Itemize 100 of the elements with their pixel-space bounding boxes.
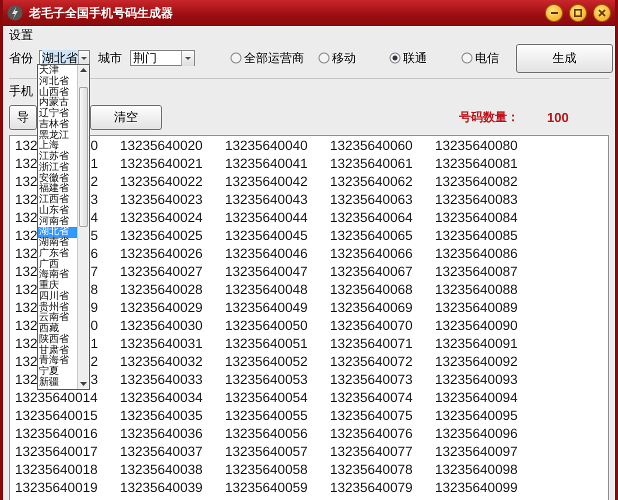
dropdown-option[interactable]: 广东省 [38,248,77,260]
phone-number: 13235640030 [120,317,204,335]
phone-number: 13235640059 [225,479,309,497]
phone-number: 13235640096 [435,425,519,443]
dropdown-option[interactable]: 青海省 [38,356,77,367]
phone-number: 13235640070 [330,317,414,335]
dropdown-option[interactable]: 江西省 [38,195,77,206]
phone-number: 13235640093 [435,371,519,389]
dropdown-option[interactable]: 湖南省 [38,238,77,249]
dropdown-option[interactable]: 海南省 [38,270,77,281]
phone-number-fragment: 132 [15,173,38,191]
phone-number: 13235640089 [435,299,519,317]
phone-number: 13235640018 [15,461,99,479]
phone-number: 13235640057 [225,443,309,461]
phone-number: 13235640074 [330,389,414,407]
dropdown-option[interactable]: 天津 [38,66,77,77]
radio-button[interactable] [318,52,330,64]
phone-number: 13235640020 [120,137,204,155]
phone-number: 13235640071 [330,335,414,353]
phone-number: 13235640029 [120,299,204,317]
phone-number: 13235640038 [120,461,204,479]
maximize-button[interactable] [569,4,587,22]
dropdown-option[interactable]: 新疆 [38,378,77,388]
phone-number: 13235640046 [225,245,309,263]
dropdown-option[interactable]: 陕西省 [38,334,77,346]
dropdown-option[interactable]: 四川省 [38,292,77,302]
dropdown-option[interactable]: 辽宁省 [38,109,77,120]
dropdown-arrow-icon [80,56,88,60]
phone-number: 13235640087 [435,263,519,281]
dropdown-option[interactable]: 重庆 [38,281,77,292]
clear-button[interactable]: 清空 [90,104,162,130]
field-label: 省份 [9,50,33,66]
phone-number: 13235640032 [120,353,204,371]
close-button[interactable] [593,4,611,22]
dropdown-option[interactable]: 西藏 [38,324,77,335]
scrollbar-thumb[interactable] [79,87,88,227]
dropdown-option[interactable]: 宁夏 [38,367,77,378]
phone-number: 13235640081 [435,155,519,173]
dropdown-option[interactable]: 河南省 [38,216,77,228]
phone-number: 13235640053 [225,371,309,389]
phone-number: 13235640051 [225,335,309,353]
minimize-button[interactable] [545,4,563,22]
phone-number-fragment: 3 [90,371,98,389]
phone-number: 13235640040 [225,137,309,155]
dropdown-option[interactable]: 山东省 [38,206,77,216]
dropdown-option[interactable]: 上海 [38,141,77,152]
phone-number: 13235640016 [15,425,99,443]
radio-label: 联通 [403,50,427,66]
phone-number: 13235640042 [225,173,309,191]
export-button[interactable]: 导 [9,104,37,130]
phone-number: 13235640091 [435,335,519,353]
phone-number-fragment: 0 [90,317,98,335]
phone-number: 13235640098 [435,461,519,479]
dropdown-option[interactable]: 河北省 [38,76,77,88]
phone-number-fragment: 1 [90,335,98,353]
dropdown-option[interactable]: 江苏省 [38,152,77,163]
dropdown-option[interactable]: 黑龙江 [38,130,77,142]
dropdown-option[interactable]: 内蒙古 [38,98,77,109]
phone-number: 13235640035 [120,407,204,425]
phone-number: 13235640015 [15,407,99,425]
phone-number: 13235640017 [15,443,99,461]
phone-number: 13235640025 [120,227,204,245]
phone-number-fragment: 132 [15,371,38,389]
app-icon [7,5,23,21]
minimize-icon [550,12,558,14]
phone-number: 13235640031 [120,335,204,353]
phone-number-fragment: 132 [15,191,38,209]
dropdown-option[interactable]: 浙江省 [38,162,77,174]
phone-number: 13235640084 [435,209,519,227]
dropdown-arrow-icon [184,56,192,60]
phone-number: 13235640094 [435,389,519,407]
dropdown-option[interactable]: 吉林省 [38,120,77,130]
phone-number-fragment: 132 [15,299,38,317]
phone-number: 13235640079 [330,479,414,497]
phone-number: 13235640039 [120,479,204,497]
phone-number: 13235640095 [435,407,519,425]
city-dropdown[interactable]: 荆门 [130,50,195,66]
phone-number: 13235640019 [15,479,99,497]
phone-number: 13235640028 [120,281,204,299]
phone-number-fragment: 132 [15,137,38,155]
phone-number: 13235640063 [330,191,414,209]
phone-number: 13235640022 [120,173,204,191]
phone-number: 13235640064 [330,209,414,227]
dropdown-option[interactable]: 福建省 [38,184,77,195]
scroll-down-icon[interactable] [80,381,87,387]
phone-number: 13235640026 [120,245,204,263]
dropdown-option[interactable]: 云南省 [38,313,77,324]
count-value: 100 [547,110,569,124]
phone-number: 13235640045 [225,227,309,245]
phone-number-fragment: 4 [90,209,98,227]
phone-number-fragment: 132 [15,335,38,353]
radio-button[interactable] [389,52,401,64]
generate-button[interactable]: 生成 [516,44,613,72]
phone-number: 13235640052 [225,353,309,371]
scrollbar[interactable] [77,65,89,389]
radio-button[interactable] [230,52,242,64]
radio-button[interactable] [461,52,473,64]
phone-number: 13235640049 [225,299,309,317]
count-label: 号码数量： [459,108,519,126]
phone-number: 13235640023 [120,191,204,209]
